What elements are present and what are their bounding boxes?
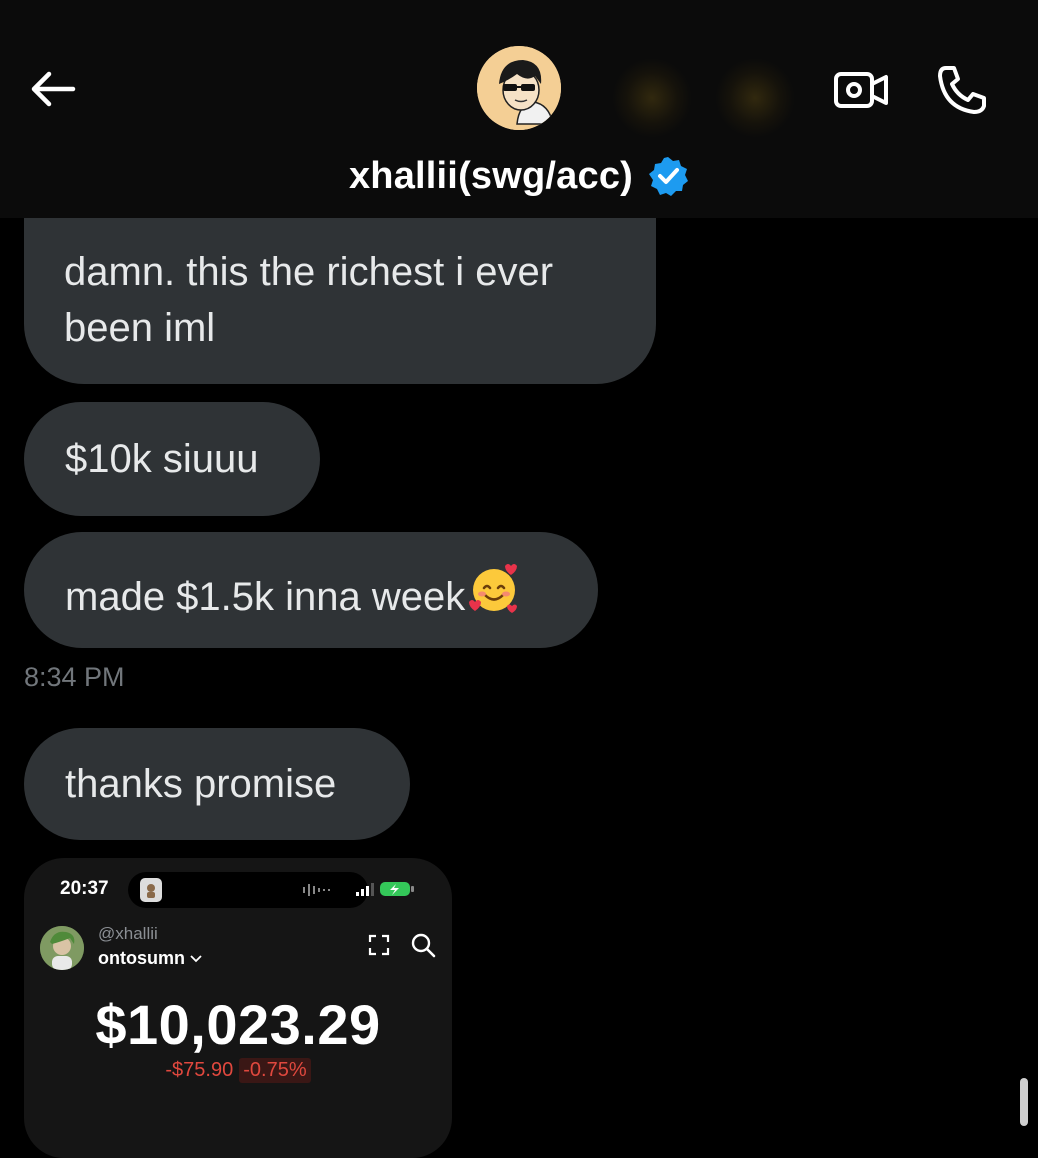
message-bubble[interactable]: thanks promise (24, 728, 410, 840)
message-bubble[interactable]: $10k siuuu (24, 402, 320, 516)
island-avatar-icon (140, 878, 162, 902)
waveform-icon (303, 884, 330, 896)
message-bubble[interactable]: damn. this the richest i ever been iml (24, 218, 656, 384)
message-text: damn. this the richest i ever been iml (64, 250, 554, 350)
message-bubble[interactable]: made $1.5k inna week (24, 532, 598, 648)
expand-icon[interactable] (368, 934, 390, 956)
change-amount: -$75.90 (165, 1059, 234, 1081)
avatar[interactable] (477, 46, 561, 130)
portfolio-balance: $10,023.29 (95, 993, 381, 1056)
message-text: $10k siuuu (65, 437, 259, 481)
account-handle: @xhallii (98, 924, 158, 943)
chevron-down-icon (190, 955, 202, 963)
contact-name: xhallii(swg/acc) (348, 154, 634, 197)
back-button[interactable] (26, 66, 80, 112)
blurred-region (715, 58, 795, 138)
verified-badge-icon (649, 157, 689, 196)
account-avatar[interactable] (40, 926, 84, 970)
scrollbar[interactable] (1020, 1078, 1028, 1126)
conversation-header: xhallii(swg/acc) (0, 0, 1038, 218)
video-camera-icon (834, 72, 888, 108)
message-text: made $1.5k inna week (65, 575, 466, 619)
balance-change: -$75.90 -0.75% (24, 1058, 452, 1083)
phone-icon (938, 66, 986, 114)
message-text: thanks promise (65, 762, 337, 806)
arrow-left-icon (31, 71, 76, 107)
signal-battery-icon (356, 882, 414, 896)
message-timestamp: 8:34 PM (24, 662, 125, 692)
voice-call-button[interactable] (932, 62, 992, 118)
image-attachment[interactable]: 20:37 @xhallii ontosumn $10,023.29 -$75.… (24, 858, 452, 1158)
blurred-region (612, 58, 692, 138)
account-switcher[interactable]: ontosumn (98, 948, 202, 969)
dynamic-island (128, 872, 368, 908)
search-icon[interactable] (410, 932, 436, 958)
change-percent: -0.75% (239, 1058, 311, 1083)
smiling-face-with-hearts-icon (469, 564, 518, 613)
account-name: ontosumn (98, 948, 185, 968)
video-call-button[interactable] (832, 66, 892, 114)
status-time: 20:37 (60, 878, 109, 899)
contact-title-row[interactable]: xhallii(swg/acc) (0, 148, 1038, 204)
